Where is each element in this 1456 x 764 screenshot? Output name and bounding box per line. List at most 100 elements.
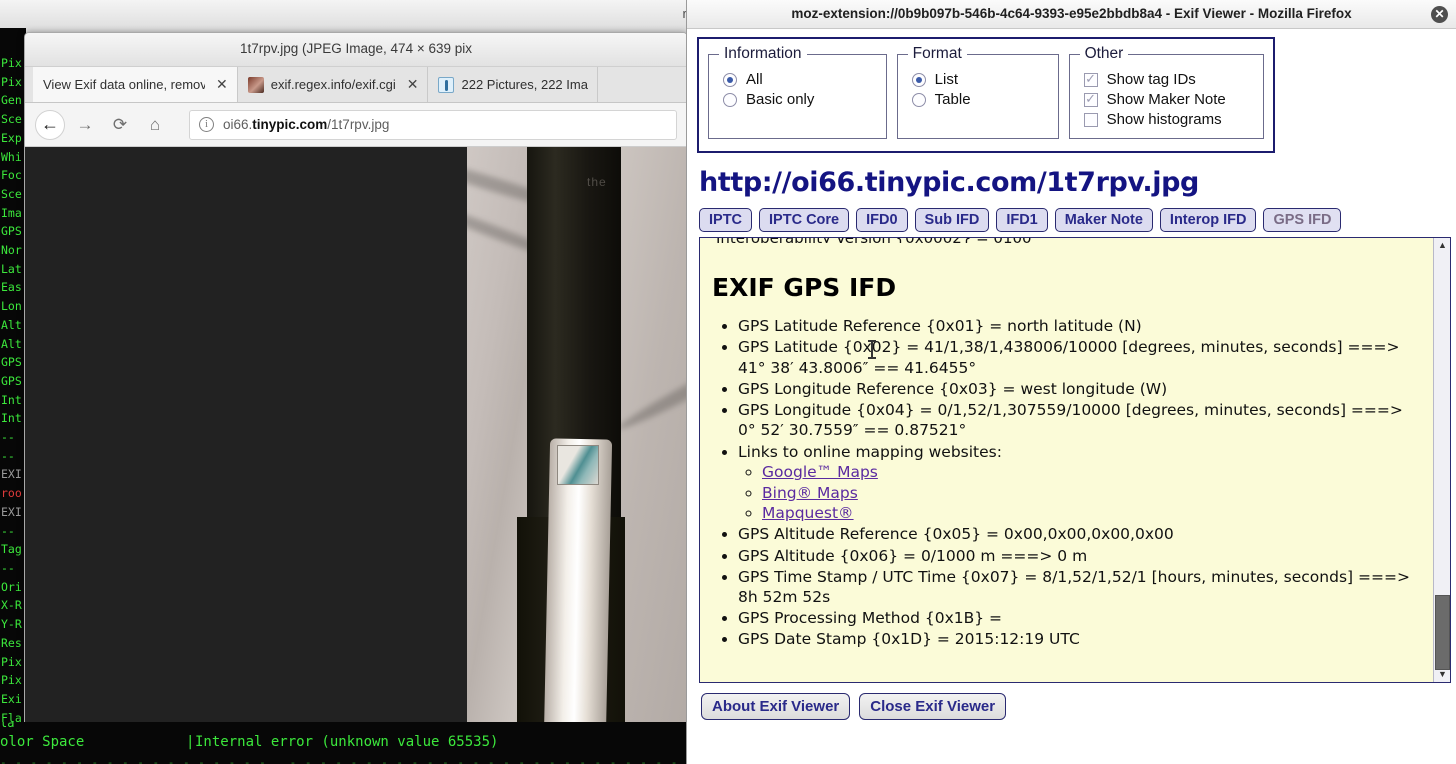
terminal-line: -- (1, 560, 15, 575)
radio-icon[interactable] (911, 92, 926, 107)
ifd-tab-ifd1[interactable]: IFD1 (996, 208, 1048, 232)
terminal-line: Eas (1, 280, 22, 295)
browser-tab-exif-regex[interactable]: exif.regex.info/exif.cgi ✕ (238, 67, 429, 102)
terminal-line: Ori (1, 579, 22, 594)
radio-icon[interactable] (911, 72, 926, 87)
information-group: Information All Basic only (708, 45, 887, 139)
ifd-tab-gps-ifd[interactable]: GPS IFD (1263, 208, 1342, 232)
info-icon[interactable]: i (199, 117, 214, 132)
terminal-line: Sce (1, 186, 22, 201)
exif-entry-list: GPS Latitude Reference {0x01} = north la… (712, 316, 1425, 650)
map-link-bing-maps[interactable]: Bing® Maps (762, 484, 858, 502)
terminal-tag-label: olor Space (0, 734, 85, 750)
checkbox-label: Show Maker Note (1106, 91, 1226, 108)
browser-content-area: the (25, 147, 687, 735)
photo-shadow (614, 333, 687, 435)
image-url-heading: http://oi66.tinypic.com/1t7rpv.jpg (699, 167, 1199, 198)
url-bar[interactable]: i oi66. tinypic.com/1t7rpv.jpg (189, 109, 677, 140)
ifd-tab-ifd0[interactable]: IFD0 (856, 208, 908, 232)
tab-close-icon[interactable]: ✕ (216, 76, 228, 93)
terminal-line: Alt (1, 336, 22, 351)
terminal-line: Exp (1, 130, 22, 145)
terminal-line: Int (1, 392, 22, 407)
firefox-navbar: ← → ⟳ ⌂ i oi66. tinypic.com/1t7rpv.jpg (25, 103, 687, 147)
close-exif-viewer-button[interactable]: Close Exif Viewer (859, 693, 1007, 720)
terminal-line: Lat (1, 261, 22, 276)
reload-icon[interactable]: ⟳ (105, 110, 135, 140)
exif-entry: GPS Date Stamp {0x1D} = 2015:12:19 UTC (738, 629, 1425, 650)
exif-section-heading: EXIF GPS IFD (712, 273, 897, 302)
radio-information-basic-only[interactable]: Basic only (723, 91, 874, 108)
browser-tab-pictures[interactable]: 222 Pictures, 222 Ima (428, 67, 598, 102)
map-link-mapquest[interactable]: Mapquest® (762, 504, 854, 522)
terminal-line: X-R (1, 598, 22, 613)
firefox-window-title: 1t7rpv.jpg (JPEG Image, 474 × 639 pix (239, 41, 472, 56)
map-link-item[interactable]: Mapquest® (762, 503, 1425, 524)
scrollbar-thumb[interactable] (1435, 595, 1450, 670)
terminal-line: GPS (1, 355, 22, 370)
radio-format-table[interactable]: Table (911, 91, 1046, 108)
terminal-line: GPS (1, 224, 22, 239)
terminal-line: Ima (1, 205, 22, 220)
radio-label: Basic only (746, 91, 815, 108)
terminal-line: Tag (1, 542, 22, 557)
url-prefix: oi66. (223, 117, 253, 132)
terminal-left-column: Pix Pix Gen Sce Exp Whi Foc Sce Ima GPS Nor Lat Eas L… (0, 28, 26, 764)
forward-icon[interactable]: → (70, 110, 100, 140)
home-icon[interactable]: ⌂ (140, 110, 170, 140)
radio-information-all[interactable]: All (723, 71, 874, 88)
checkbox-icon[interactable] (1083, 112, 1098, 127)
exif-viewer-body: Information All Basic only Format List T… (687, 29, 1456, 720)
tab-close-icon[interactable]: ✕ (407, 76, 419, 93)
back-icon[interactable]: ← (35, 109, 65, 140)
terminal-line: Gen (1, 93, 22, 108)
ifd-tab-interop-ifd[interactable]: Interop IFD (1159, 208, 1257, 232)
terminal-line: EXI (1, 504, 22, 519)
radio-icon[interactable] (723, 72, 737, 87)
about-exif-viewer-button[interactable]: About Exif Viewer (701, 693, 851, 720)
terminal-line: Pix (1, 654, 22, 669)
other-legend: Other (1084, 45, 1124, 62)
checkbox-show-maker-note[interactable]: Show Maker Note (1083, 91, 1251, 108)
ifd-tab-sub-ifd[interactable]: Sub IFD (914, 208, 990, 232)
browser-tab-exif-online[interactable]: View Exif data online, remov ✕ (33, 67, 238, 102)
terminal-line: Alt (1, 317, 22, 332)
exif-entry: GPS Altitude {0x06} = 0/1000 m ===> 0 m (738, 546, 1425, 567)
radio-format-list[interactable]: List (911, 71, 1046, 88)
terminal-line: Pix (1, 74, 22, 89)
url-path: /1t7rpv.jpg (327, 117, 390, 132)
scroll-up-icon[interactable]: ▲ (1434, 238, 1450, 253)
ifd-tab-iptc[interactable]: IPTC (699, 208, 753, 232)
ifd-tabs: IPTC IPTC Core IFD0 Sub IFD IFD1 Maker Note In… (699, 208, 1446, 232)
terminal-line: Exi (1, 691, 22, 706)
map-link-item[interactable]: Google™ Maps (762, 462, 1425, 483)
radio-label: Table (934, 91, 971, 108)
exif-entry: GPS Time Stamp / UTC Time {0x07} = 8/1,5… (738, 567, 1425, 608)
format-legend: Format (912, 45, 962, 62)
exif-viewer-window: moz-extension://0b9b097b-546b-4c64-9393-… (686, 0, 1456, 764)
map-link-item[interactable]: Bing® Maps (762, 483, 1425, 504)
terminal-line: Sce (1, 112, 22, 127)
exif-entry: GPS Longitude {0x04} = 0/1,52/1,307559/1… (738, 400, 1425, 441)
terminal-dotted-rule: - - - - - - - - - - - - - - - - - - - - … (0, 756, 688, 764)
map-link-google-maps[interactable]: Google™ Maps (762, 463, 878, 481)
scroll-down-icon[interactable]: ▼ (1434, 667, 1450, 682)
tab-label: View Exif data online, remov (43, 77, 205, 92)
exif-favicon-icon (247, 76, 264, 93)
checkbox-show-tag-ids[interactable]: Show tag IDs (1083, 71, 1251, 88)
close-icon[interactable]: ✕ (1431, 6, 1448, 23)
ifd-tab-iptc-core[interactable]: IPTC Core (759, 208, 850, 232)
exif-pane-scrollbar[interactable]: ▲ ▼ (1433, 238, 1450, 682)
other-group: Other Show tag IDs Show Maker Note Show … (1068, 45, 1264, 139)
exif-entry: GPS Longitude Reference {0x03} = west lo… (738, 379, 1425, 400)
terminal-separator: | (186, 734, 195, 750)
exif-entry: GPS Processing Method {0x1B} = (738, 608, 1425, 629)
exif-output-pane: Interoperability Version {0x0002} = 0100… (699, 237, 1451, 683)
radio-icon[interactable] (723, 92, 737, 107)
checkbox-icon[interactable] (1083, 71, 1098, 87)
terminal-line: EXI (1, 467, 22, 482)
checkbox-icon[interactable] (1083, 91, 1098, 107)
ifd-tab-maker-note[interactable]: Maker Note (1054, 208, 1153, 232)
checkbox-show-histograms[interactable]: Show histograms (1083, 111, 1251, 128)
map-links-list: Google™ Maps Bing® Maps Mapquest® (738, 462, 1425, 524)
